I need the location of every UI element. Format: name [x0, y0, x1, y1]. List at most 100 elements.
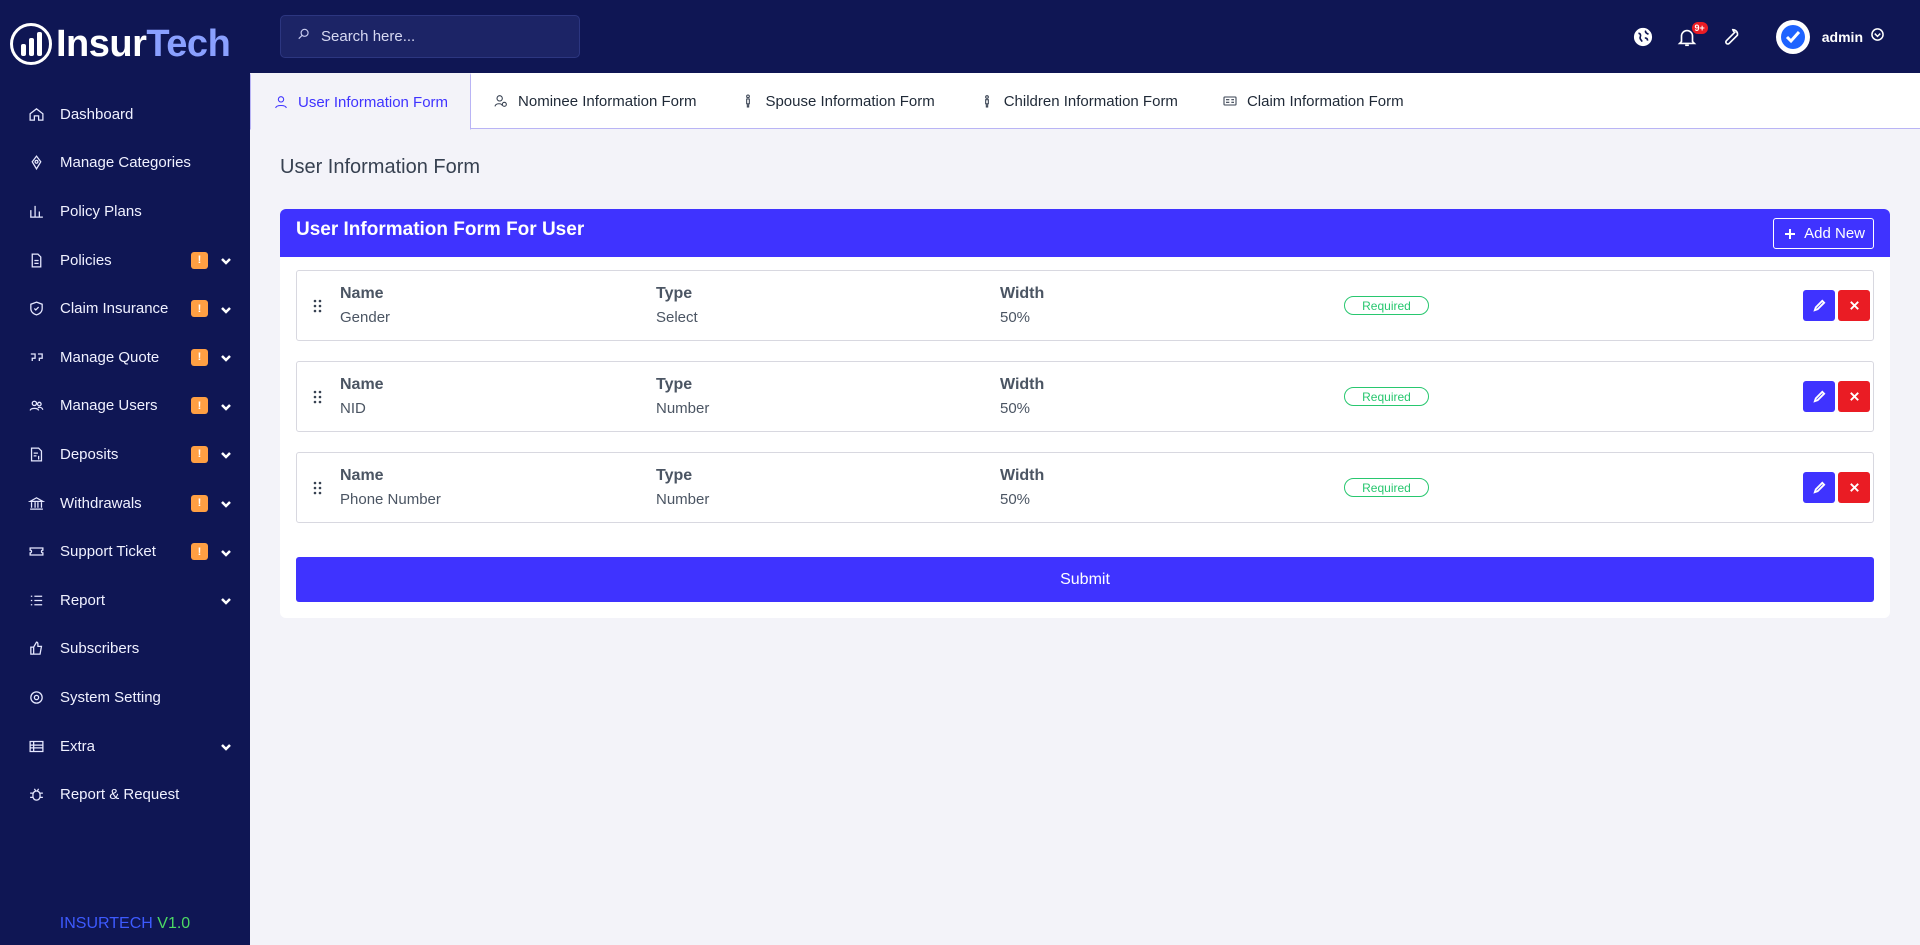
name-header: Name: [340, 285, 384, 302]
alert-badge: !: [191, 397, 208, 415]
wrench-icon[interactable]: [1720, 26, 1742, 48]
drag-handle-icon[interactable]: [313, 390, 323, 404]
tab-label: User Information Form: [298, 93, 449, 111]
add-new-button[interactable]: Add New: [1773, 218, 1874, 249]
sidebar-item-label: Manage Categories: [60, 154, 191, 172]
field-name: NID: [340, 400, 366, 417]
field-width-col: Width 50%: [1000, 467, 1044, 508]
tab-children-information[interactable]: Children Information Form: [957, 73, 1200, 129]
tab-nominee-information[interactable]: Nominee Information Form: [471, 73, 718, 129]
sidebar-item-label: Report & Request: [60, 786, 180, 804]
thumbs-up-icon: [28, 640, 45, 657]
delete-button[interactable]: [1838, 381, 1870, 412]
edit-button[interactable]: [1803, 290, 1835, 321]
name-header: Name: [340, 376, 384, 393]
field-type-col: Type Number: [656, 467, 709, 508]
field-type: Number: [656, 400, 710, 417]
sidebar-item-label: Support Ticket: [60, 543, 156, 561]
child-icon: [984, 95, 989, 108]
type-header: Type: [656, 285, 693, 302]
sidebar-item-deposits[interactable]: Deposits !: [0, 430, 250, 479]
tab-label: Children Information Form: [1003, 92, 1178, 110]
user-icon: [275, 96, 287, 109]
drag-handle-icon[interactable]: [313, 481, 323, 495]
logo-text-part1: Insur: [56, 22, 147, 65]
deposit-icon: [28, 446, 45, 463]
table-icon: [28, 738, 45, 755]
field-name-col: Name Gender: [340, 285, 390, 326]
type-header: Type: [656, 376, 693, 393]
sidebar: InsurTech Dashboard Manage Categories Po…: [0, 0, 250, 945]
form-fields-card: User Information Form For User Add New N…: [280, 209, 1890, 618]
avatar: [1775, 19, 1810, 54]
logo-text: InsurTech: [56, 22, 231, 66]
delete-button[interactable]: [1838, 472, 1870, 503]
sidebar-item-policy-plans[interactable]: Policy Plans: [0, 187, 250, 236]
tab-label: Spouse Information Form: [765, 92, 935, 110]
sidebar-item-manage-users[interactable]: Manage Users !: [0, 382, 250, 431]
sidebar-item-report-request[interactable]: Report & Request: [0, 770, 250, 819]
bug-icon: [28, 786, 45, 803]
chevron-down-icon: [220, 497, 232, 509]
add-new-label: Add New: [1804, 225, 1865, 242]
search-icon: [297, 27, 311, 46]
sidebar-item-system-setting[interactable]: System Setting: [0, 673, 250, 722]
sidebar-item-subscribers[interactable]: Subscribers: [0, 625, 250, 674]
search-input[interactable]: [321, 28, 561, 45]
pencil-icon: [1812, 390, 1825, 403]
sidebar-item-label: Claim Insurance: [60, 300, 169, 318]
type-header: Type: [656, 467, 693, 484]
user-swap-icon: [494, 95, 507, 107]
person-icon: [746, 94, 751, 108]
sidebar-item-manage-categories[interactable]: Manage Categories: [0, 139, 250, 188]
chevron-down-circle-icon: [1871, 27, 1884, 46]
tab-spouse-information[interactable]: Spouse Information Form: [718, 73, 956, 129]
field-type-col: Type Select: [656, 285, 698, 326]
drag-handle-icon[interactable]: [313, 299, 323, 313]
sidebar-item-label: Manage Users: [60, 397, 158, 415]
alert-badge: !: [191, 445, 208, 463]
top-bar: 9+ admin: [250, 0, 1920, 73]
tab-claim-information[interactable]: Claim Information Form: [1200, 73, 1426, 129]
bank-icon: [28, 495, 45, 512]
shield-icon: [28, 300, 45, 317]
alert-badge: !: [191, 543, 208, 561]
delete-button[interactable]: [1838, 290, 1870, 321]
card-title: User Information Form For User: [296, 219, 585, 240]
notification-count-badge: 9+: [1691, 21, 1708, 34]
users-icon: [28, 397, 45, 414]
sidebar-item-extra[interactable]: Extra: [0, 722, 250, 771]
version-number: V1.0: [157, 915, 191, 932]
form-tabs: User Information Form Nominee Informatio…: [250, 73, 1920, 130]
chart-icon: [28, 203, 45, 220]
chevron-down-icon: [220, 546, 232, 558]
edit-button[interactable]: [1803, 381, 1835, 412]
sidebar-item-claim-insurance[interactable]: Claim Insurance !: [0, 284, 250, 333]
search-box[interactable]: [280, 15, 580, 58]
sidebar-item-label: System Setting: [60, 688, 161, 706]
sidebar-item-withdrawals[interactable]: Withdrawals !: [0, 479, 250, 528]
width-header: Width: [1000, 285, 1045, 302]
field-width: 50%: [1000, 309, 1031, 326]
globe-icon[interactable]: [1632, 26, 1654, 48]
tab-user-information[interactable]: User Information Form: [250, 73, 472, 130]
close-icon: [1849, 483, 1859, 492]
edit-button[interactable]: [1803, 472, 1835, 503]
user-menu[interactable]: admin: [1775, 19, 1884, 54]
sidebar-item-manage-quote[interactable]: Manage Quote !: [0, 333, 250, 382]
sidebar-item-support-ticket[interactable]: Support Ticket !: [0, 527, 250, 576]
alert-badge: !: [191, 348, 208, 366]
field-row: Name Phone Number Type Number Width 50% …: [296, 452, 1874, 523]
logo[interactable]: InsurTech: [0, 0, 250, 88]
sidebar-item-label: Manage Quote: [60, 348, 160, 366]
plus-icon: [1785, 228, 1796, 239]
sidebar-item-report[interactable]: Report: [0, 576, 250, 625]
ticket-icon: [28, 543, 45, 560]
chevron-down-icon: [220, 254, 232, 266]
sidebar-item-dashboard[interactable]: Dashboard: [0, 90, 250, 139]
sidebar-item-label: Subscribers: [60, 640, 140, 658]
submit-button[interactable]: Submit: [296, 557, 1874, 602]
sidebar-item-policies[interactable]: Policies !: [0, 236, 250, 285]
bell-icon[interactable]: 9+: [1676, 21, 1708, 48]
chevron-down-icon: [220, 740, 232, 752]
